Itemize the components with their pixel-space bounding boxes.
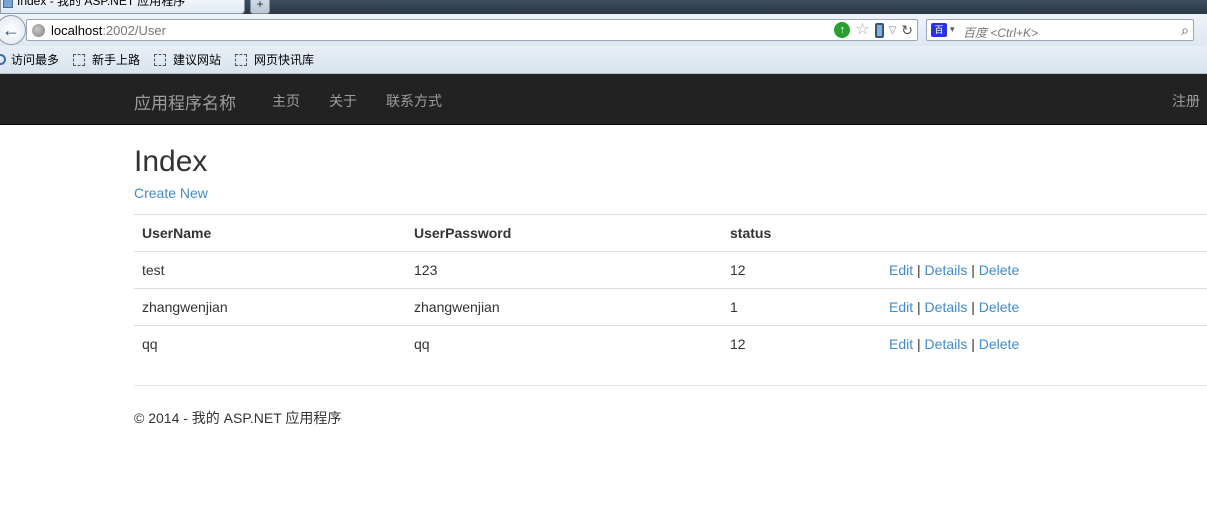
navbar-links: 主页 关于 联系方式 bbox=[272, 91, 471, 111]
search-engine-icon[interactable]: 百 bbox=[931, 23, 947, 37]
column-header-username: UserName bbox=[134, 214, 406, 252]
site-navbar: 应用程序名称 主页 关于 联系方式 注册 bbox=[0, 74, 1207, 125]
back-button[interactable]: ← bbox=[0, 15, 26, 45]
cell-status: 12 bbox=[722, 325, 881, 363]
cell-status: 12 bbox=[722, 251, 881, 289]
table-header-row: UserName UserPassword status bbox=[134, 214, 1207, 252]
main-content: Index Create New UserName UserPassword s… bbox=[134, 125, 1207, 363]
column-header-actions bbox=[881, 214, 1207, 252]
nav-link-home[interactable]: 主页 bbox=[272, 91, 300, 111]
column-header-userpassword: UserPassword bbox=[406, 214, 722, 252]
users-table: UserName UserPassword status test 123 12… bbox=[134, 214, 1207, 363]
cell-password: qq bbox=[406, 325, 722, 363]
delete-link[interactable]: Delete bbox=[979, 336, 1019, 352]
cell-username: zhangwenjian bbox=[134, 288, 406, 326]
table-row: qq qq 12 Edit | Details | Delete bbox=[134, 325, 1207, 363]
browser-toolbar: ← localhost:2002/User ↑ ☆ ▽ ↻ 百 ▾ 百度 <Ct… bbox=[0, 14, 1207, 46]
reload-icon[interactable]: ↻ bbox=[901, 22, 913, 39]
column-header-status: status bbox=[722, 214, 881, 252]
edit-link[interactable]: Edit bbox=[889, 262, 913, 278]
action-separator: | bbox=[917, 262, 921, 278]
search-icon[interactable]: ⌕ bbox=[1181, 22, 1189, 39]
bookmark-label: 新手上路 bbox=[92, 53, 141, 67]
new-tab-button[interactable]: + bbox=[250, 0, 270, 14]
most-visited-icon bbox=[0, 54, 6, 65]
back-arrow-icon: ← bbox=[2, 19, 20, 40]
history-dropdown-icon[interactable]: ▽ bbox=[889, 25, 897, 36]
bookmarks-bar: 访问最多 新手上路 建议网站 网页快讯库 bbox=[0, 46, 1207, 74]
bookmark-label: 访问最多 bbox=[11, 53, 60, 67]
delete-link[interactable]: Delete bbox=[979, 262, 1019, 278]
cell-username: qq bbox=[134, 325, 406, 363]
search-engine-dropdown-icon[interactable]: ▾ bbox=[950, 24, 955, 35]
page-favicon-icon bbox=[3, 0, 13, 8]
bookmark-web-slice-gallery[interactable]: 网页快讯库 bbox=[235, 51, 314, 68]
site-identity-icon[interactable] bbox=[32, 24, 45, 37]
cell-username: test bbox=[134, 251, 406, 289]
cell-status: 1 bbox=[722, 288, 881, 326]
url-path: :2002/User bbox=[102, 23, 166, 38]
go-arrow-icon[interactable]: ↑ bbox=[834, 22, 851, 38]
footer-divider bbox=[134, 385, 1207, 386]
bookmark-label: 建议网站 bbox=[173, 53, 222, 67]
bookmark-label: 网页快讯库 bbox=[254, 53, 315, 67]
browser-tab-strip: Index - 我的 ASP.NET 应用程序 + bbox=[0, 0, 1207, 14]
cell-password: 123 bbox=[406, 251, 722, 289]
cell-actions: Edit | Details | Delete bbox=[881, 325, 1207, 363]
edit-link[interactable]: Edit bbox=[889, 299, 913, 315]
action-separator: | bbox=[917, 336, 921, 353]
nav-link-contact[interactable]: 联系方式 bbox=[386, 91, 442, 111]
url-host: localhost bbox=[51, 23, 103, 38]
table-row: test 123 12 Edit | Details | Delete bbox=[134, 251, 1207, 289]
cell-password: zhangwenjian bbox=[406, 288, 722, 326]
bookmark-page-icon bbox=[154, 53, 167, 66]
mobile-icon[interactable] bbox=[874, 22, 884, 38]
action-separator: | bbox=[971, 299, 975, 315]
details-link[interactable]: Details bbox=[925, 262, 968, 278]
browser-tab-active[interactable]: Index - 我的 ASP.NET 应用程序 bbox=[0, 0, 245, 14]
address-bar-icons: ↑ ☆ ▽ ↻ bbox=[834, 22, 913, 38]
delete-link[interactable]: Delete bbox=[979, 299, 1019, 315]
bookmark-page-icon bbox=[235, 53, 248, 66]
bookmark-suggested-sites[interactable]: 建议网站 bbox=[154, 51, 221, 68]
search-placeholder: 百度 <Ctrl+K> bbox=[963, 26, 1039, 40]
action-separator: | bbox=[917, 299, 921, 315]
register-link[interactable]: 注册 bbox=[1172, 91, 1200, 111]
edit-link[interactable]: Edit bbox=[889, 336, 913, 352]
search-box[interactable]: 百 ▾ 百度 <Ctrl+K> ⌕ bbox=[926, 19, 1194, 41]
cell-actions: Edit | Details | Delete bbox=[881, 251, 1207, 289]
bookmark-most-visited[interactable]: 访问最多 bbox=[0, 51, 59, 68]
bookmark-page-icon bbox=[73, 53, 86, 66]
action-separator: | bbox=[971, 336, 975, 353]
page-title: Index bbox=[134, 145, 208, 178]
address-bar[interactable]: localhost:2002/User ↑ ☆ ▽ ↻ bbox=[26, 19, 918, 41]
cell-actions: Edit | Details | Delete bbox=[881, 288, 1207, 326]
footer-copyright: © 2014 - 我的 ASP.NET 应用程序 bbox=[134, 410, 342, 426]
browser-tab-title: Index - 我的 ASP.NET 应用程序 bbox=[17, 0, 186, 8]
address-text[interactable]: localhost:2002/User bbox=[51, 23, 166, 38]
action-separator: | bbox=[971, 262, 975, 278]
create-new-link[interactable]: Create New bbox=[134, 185, 208, 201]
bookmark-star-icon[interactable]: ☆ bbox=[855, 22, 869, 38]
bookmark-getting-started[interactable]: 新手上路 bbox=[73, 51, 140, 68]
nav-link-about[interactable]: 关于 bbox=[329, 91, 357, 111]
details-link[interactable]: Details bbox=[925, 299, 968, 315]
table-row: zhangwenjian zhangwenjian 1 Edit | Detai… bbox=[134, 288, 1207, 326]
details-link[interactable]: Details bbox=[925, 336, 968, 352]
navbar-brand-link[interactable]: 应用程序名称 bbox=[134, 89, 236, 114]
